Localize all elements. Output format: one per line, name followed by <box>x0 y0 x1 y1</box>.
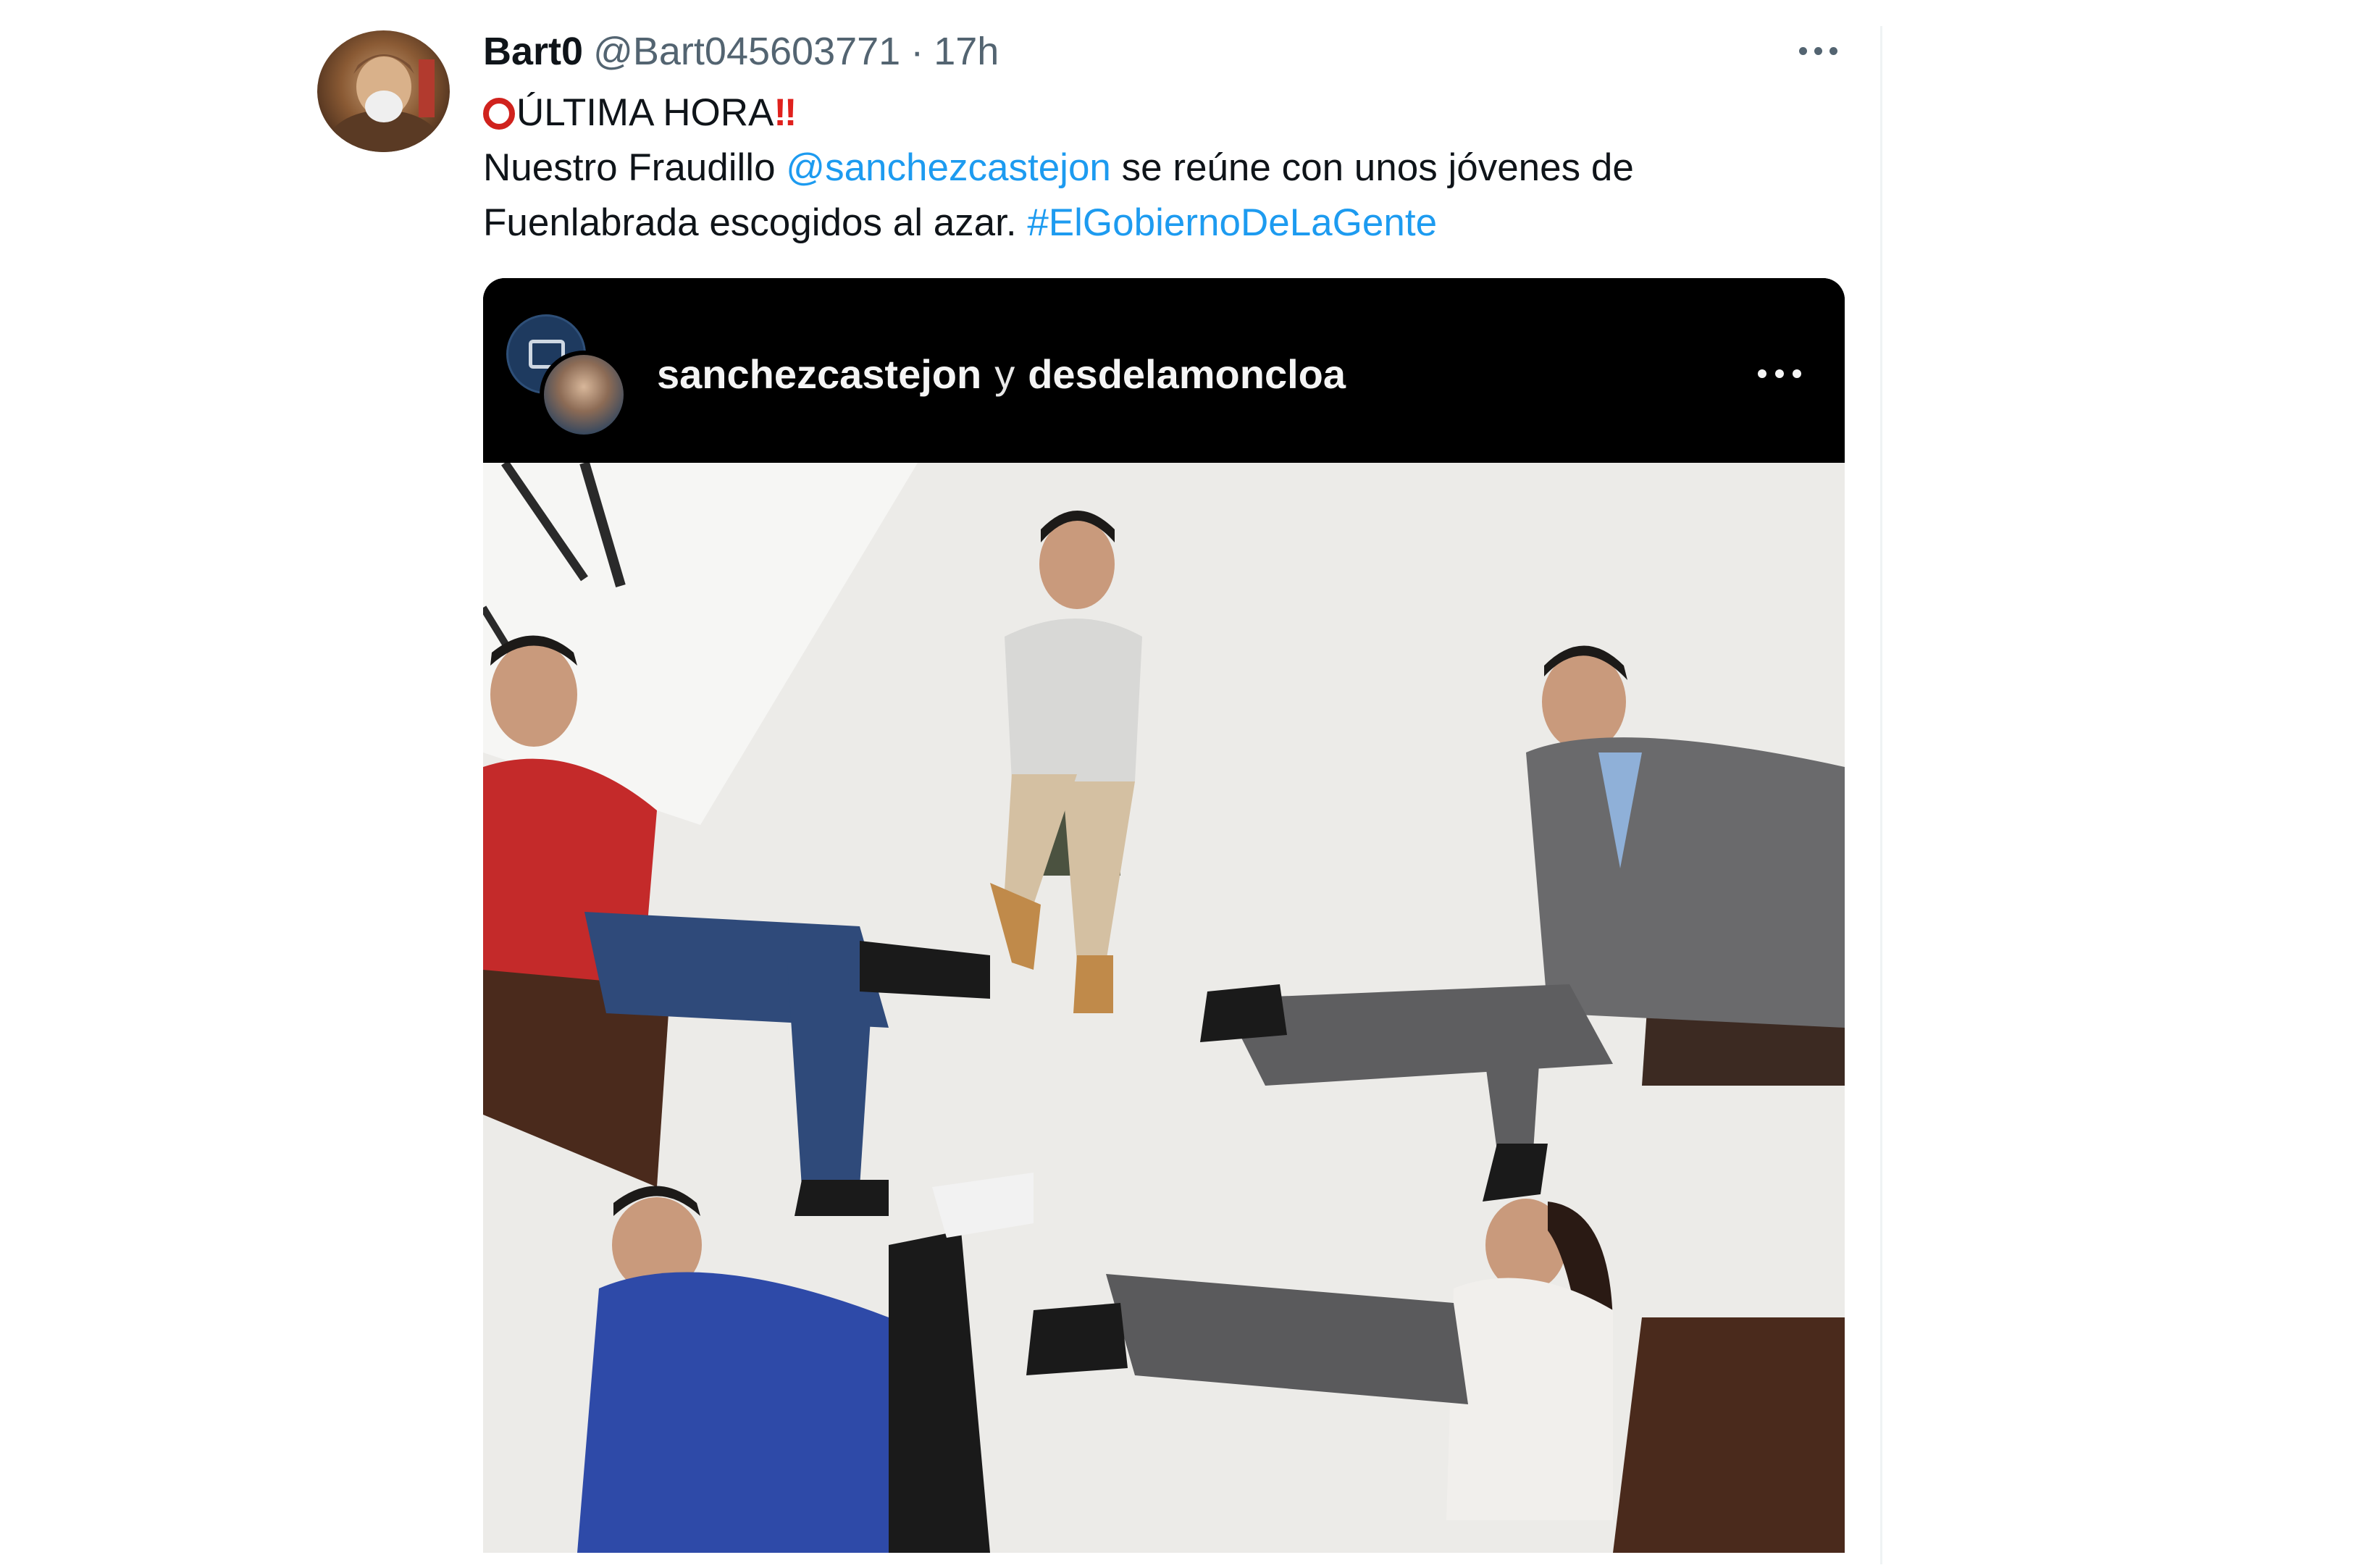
embedded-post-header: sanchezcastejon y desdelamoncloa <box>483 278 1845 463</box>
headline-text: ÚLTIMA HORA <box>516 91 774 134</box>
embedded-photo[interactable] <box>483 463 1845 1553</box>
sanchezcastejon-avatar[interactable] <box>540 351 628 439</box>
tweet-text-line-3: Fuenlabrada escogidos al azar. #ElGobier… <box>483 196 1845 251</box>
tweet-more-button[interactable] <box>1789 29 1847 72</box>
tweet-header: Bart0 @Bart045603771 · 17h <box>483 28 999 75</box>
embedded-user-2[interactable]: desdelamoncloa <box>1028 351 1346 398</box>
author-handle[interactable]: @Bart045603771 <box>593 29 900 74</box>
tweet-text: ÚLTIMA HORA‼ Nuestro Fraudillo @sanchezc… <box>483 85 1845 251</box>
text-segment: Fuenlabrada escogidos al azar. <box>483 201 1028 244</box>
embedded-users-joiner: y <box>994 351 1015 397</box>
mention-link[interactable]: @sanchezcastejon <box>786 146 1111 189</box>
embedded-post-users: sanchezcastejon y desdelamoncloa <box>657 345 1346 403</box>
tweet-media-card[interactable]: sanchezcastejon y desdelamoncloa <box>483 278 1845 1553</box>
more-dot <box>1829 46 1837 55</box>
meeting-photo-illustration <box>483 463 1845 1553</box>
timeline-divider <box>1880 26 1882 1564</box>
hashtag-link[interactable]: #ElGobiernoDeLaGente <box>1027 201 1437 244</box>
text-segment: se reúne con unos jóvenes de <box>1110 146 1634 189</box>
more-horizontal-icon <box>1758 369 1766 378</box>
author-avatar[interactable] <box>317 30 450 152</box>
double-exclamation-icon: ‼ <box>774 91 797 134</box>
text-segment: Nuestro Fraudillo <box>483 146 787 189</box>
embedded-more-button[interactable] <box>1747 359 1812 388</box>
more-dot <box>1793 369 1801 378</box>
embedded-user-1[interactable]: sanchezcastejon <box>657 351 981 398</box>
avatar-image <box>326 54 442 152</box>
more-dot <box>1775 369 1784 378</box>
header-separator: · <box>910 30 924 73</box>
screenshot-canvas: Bart0 @Bart045603771 · 17h ÚLTIMA HORA‼ … <box>0 0 2364 1568</box>
tweet-timestamp[interactable]: 17h <box>934 29 999 74</box>
red-circle-icon <box>483 98 515 130</box>
more-horizontal-icon <box>1798 46 1807 55</box>
author-display-name[interactable]: Bart0 <box>483 29 583 74</box>
tweet-text-line-1: ÚLTIMA HORA‼ <box>483 85 1845 141</box>
more-dot <box>1814 46 1822 55</box>
tweet-text-line-2: Nuestro Fraudillo @sanchezcastejon se re… <box>483 141 1845 196</box>
